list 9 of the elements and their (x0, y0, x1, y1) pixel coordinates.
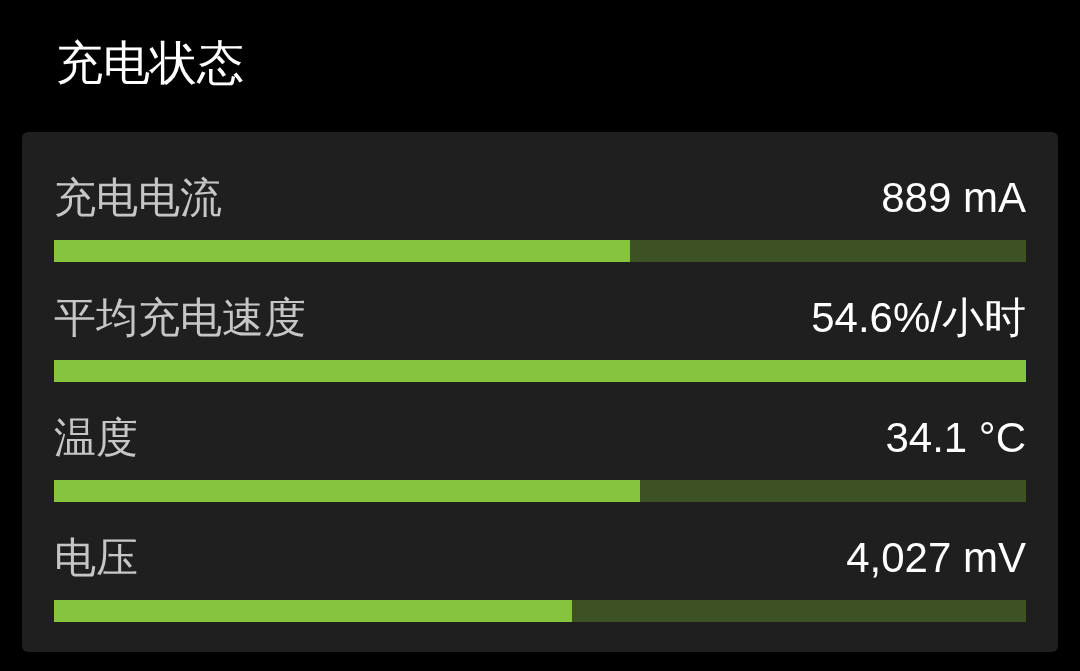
metric-label: 平均充电速度 (54, 293, 306, 343)
metric-label: 电压 (54, 533, 138, 583)
metric-value: 889 mA (881, 173, 1026, 223)
metric-label: 充电电流 (54, 173, 222, 223)
page-title: 充电状态 (56, 35, 244, 91)
metric-value: 54.6%/小时 (811, 293, 1026, 343)
metric-value: 34.1 °C (885, 413, 1026, 463)
metric-label: 温度 (54, 413, 138, 463)
metric-value: 4,027 mV (846, 533, 1026, 583)
